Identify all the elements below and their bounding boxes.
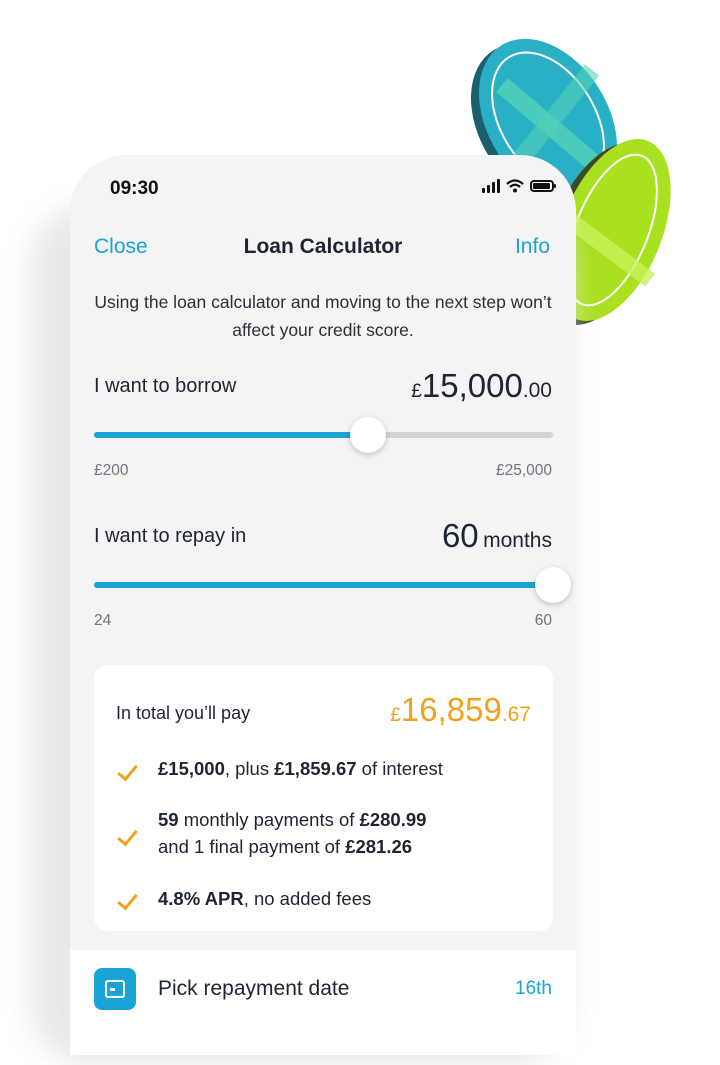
borrow-amount: £15,000.00 <box>411 367 552 404</box>
repay-slider-thumb[interactable] <box>535 567 571 603</box>
page-title: Loan Calculator <box>243 235 403 258</box>
battery-icon <box>530 180 556 192</box>
borrow-label: I want to borrow <box>94 375 237 397</box>
borrow-max: £25,000 <box>495 462 552 479</box>
repay-min: 24 <box>94 612 112 629</box>
repay-label: I want to repay in <box>94 525 247 547</box>
phone-screen: 09:30 Close Loan Calculator Info Using t… <box>70 155 576 1055</box>
check-icon <box>118 892 138 912</box>
repayment-date-value[interactable]: 16th <box>515 978 552 1000</box>
wifi-icon <box>506 179 524 193</box>
calendar-icon <box>94 968 136 1010</box>
repayment-date-label: Pick repayment date <box>158 977 350 1000</box>
repay-slider-fill <box>94 582 553 588</box>
total-label: In total you’ll pay <box>116 703 251 723</box>
borrow-slider-fill <box>94 432 368 438</box>
check-icon <box>118 828 138 848</box>
borrow-min: £200 <box>94 462 129 479</box>
borrow-slider[interactable] <box>94 417 553 453</box>
borrow-slider-thumb[interactable] <box>349 417 386 453</box>
summary-point-apr: 4.8% APR, no added fees <box>158 888 372 909</box>
credit-score-notice: Using the loan calculator and moving to … <box>94 292 552 340</box>
info-button[interactable]: Info <box>515 235 550 259</box>
repay-slider[interactable] <box>94 567 571 603</box>
check-icon <box>118 763 138 783</box>
total-summary-card: In total you’ll pay £16,859.67 £15,000, … <box>94 665 553 931</box>
status-icons <box>482 179 556 193</box>
summary-point-interest: £15,000, plus £1,859.67 of interest <box>158 758 443 779</box>
repay-term: 60 months <box>441 517 552 554</box>
summary-point-payments: 59 monthly payments of £280.99 and 1 fin… <box>158 809 427 857</box>
repayment-date-row[interactable]: Pick repayment date 16th <box>70 950 576 1055</box>
signal-icon <box>482 179 500 193</box>
status-time: 09:30 <box>110 178 159 199</box>
total-amount: £16,859.67 <box>390 691 531 728</box>
repay-max: 60 <box>534 612 552 629</box>
